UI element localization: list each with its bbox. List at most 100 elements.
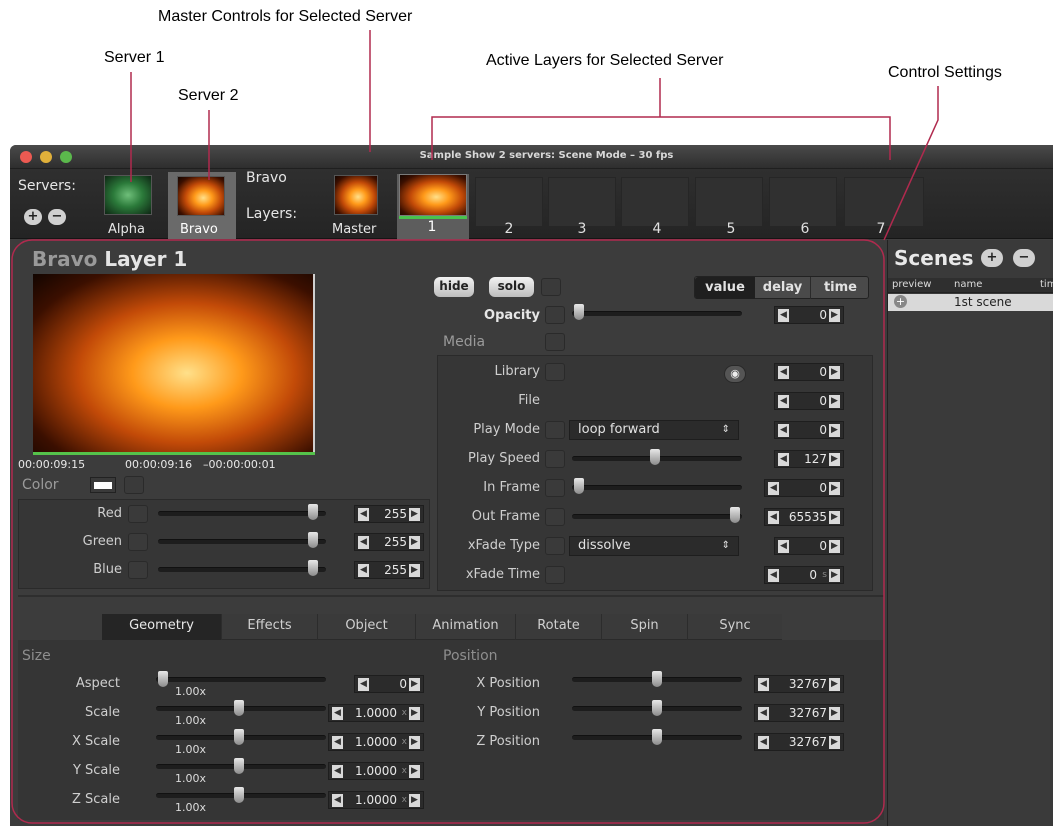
y-position-stepper[interactable]: ◀ 32767 ▶	[754, 704, 844, 722]
red-toggle[interactable]	[128, 505, 148, 523]
x-scale-slider-knob[interactable]	[234, 729, 244, 745]
play-mode-toggle[interactable]	[545, 421, 565, 439]
layer-slot-6[interactable]	[769, 177, 837, 227]
x-position-stepper[interactable]: ◀ 32767 ▶	[754, 675, 844, 693]
increment-icon[interactable]: ▶	[409, 765, 420, 778]
layer-slot-1[interactable]: 1	[397, 174, 469, 240]
increment-icon[interactable]: ▶	[409, 678, 420, 691]
decrement-icon[interactable]: ◀	[768, 482, 779, 495]
increment-icon[interactable]: ▶	[409, 707, 420, 720]
red-slider-knob[interactable]	[308, 504, 318, 520]
decrement-icon[interactable]: ◀	[778, 366, 789, 379]
decrement-icon[interactable]: ◀	[332, 765, 343, 778]
color-control-toggle[interactable]	[124, 476, 144, 494]
green-slider[interactable]	[158, 539, 326, 544]
play-mode-select[interactable]: loop forward ⇕	[569, 420, 739, 440]
tab-rotate[interactable]: Rotate	[516, 614, 602, 640]
opacity-slider[interactable]	[572, 311, 742, 316]
decrement-icon[interactable]: ◀	[358, 564, 369, 577]
decrement-icon[interactable]: ◀	[358, 678, 369, 691]
opacity-slider-knob[interactable]	[574, 304, 584, 320]
add-server-button[interactable]: +	[24, 209, 42, 225]
decrement-icon[interactable]: ◀	[778, 424, 789, 437]
decrement-icon[interactable]: ◀	[758, 678, 769, 691]
decrement-icon[interactable]: ◀	[778, 309, 789, 322]
out-frame-stepper[interactable]: ◀ 65535 ▶	[764, 508, 844, 526]
increment-icon[interactable]: ▶	[829, 395, 840, 408]
increment-icon[interactable]: ▶	[409, 794, 420, 807]
green-toggle[interactable]	[128, 533, 148, 551]
z-scale-stepper[interactable]: ◀ 1.0000 x ▶	[328, 791, 424, 809]
add-scene-button[interactable]: +	[981, 249, 1003, 267]
in-frame-slider[interactable]	[572, 485, 742, 490]
scene-add-icon[interactable]: +	[894, 295, 907, 308]
y-scale-stepper[interactable]: ◀ 1.0000 x ▶	[328, 762, 424, 780]
increment-icon[interactable]: ▶	[409, 508, 420, 521]
red-stepper[interactable]: ◀ 255 ▶	[354, 505, 424, 523]
decrement-icon[interactable]: ◀	[768, 569, 779, 582]
xfade-type-toggle[interactable]	[545, 537, 565, 555]
x-scale-stepper[interactable]: ◀ 1.0000 x ▶	[328, 733, 424, 751]
mode-delay[interactable]: delay	[755, 277, 811, 299]
increment-icon[interactable]: ▶	[829, 540, 840, 553]
increment-icon[interactable]: ▶	[829, 453, 840, 466]
server-bravo[interactable]: Bravo	[168, 172, 236, 239]
tab-geometry[interactable]: Geometry	[102, 614, 222, 640]
increment-icon[interactable]: ▶	[829, 678, 840, 691]
library-eye-icon[interactable]: ◉	[724, 365, 746, 383]
play-speed-stepper[interactable]: ◀ 127 ▶	[774, 450, 844, 468]
out-frame-slider[interactable]	[572, 514, 742, 519]
column-time[interactable]: tim	[1040, 279, 1053, 290]
tab-sync[interactable]: Sync	[688, 614, 782, 640]
x-position-slider-knob[interactable]	[652, 671, 662, 687]
remove-server-button[interactable]: −	[48, 209, 66, 225]
tab-effects[interactable]: Effects	[222, 614, 318, 640]
increment-icon[interactable]: ▶	[829, 309, 840, 322]
increment-icon[interactable]: ▶	[829, 424, 840, 437]
decrement-icon[interactable]: ◀	[332, 707, 343, 720]
increment-icon[interactable]: ▶	[829, 366, 840, 379]
increment-icon[interactable]: ▶	[409, 564, 420, 577]
solo-button[interactable]: solo	[489, 277, 534, 297]
xfade-type-stepper[interactable]: ◀ 0 ▶	[774, 537, 844, 555]
decrement-icon[interactable]: ◀	[358, 508, 369, 521]
decrement-icon[interactable]: ◀	[778, 453, 789, 466]
blue-slider-knob[interactable]	[308, 560, 318, 576]
mode-value[interactable]: value	[695, 277, 755, 299]
z-scale-slider-knob[interactable]	[234, 787, 244, 803]
hide-button[interactable]: hide	[434, 277, 474, 297]
increment-icon[interactable]: ▶	[829, 482, 840, 495]
decrement-icon[interactable]: ◀	[758, 736, 769, 749]
remove-scene-button[interactable]: −	[1013, 249, 1035, 267]
increment-icon[interactable]: ▶	[829, 707, 840, 720]
play-mode-stepper[interactable]: ◀ 0 ▶	[774, 421, 844, 439]
library-stepper[interactable]: ◀ 0 ▶	[774, 363, 844, 381]
tab-animation[interactable]: Animation	[416, 614, 516, 640]
play-speed-slider-knob[interactable]	[650, 449, 660, 465]
column-name[interactable]: name	[954, 279, 982, 290]
red-slider[interactable]	[158, 511, 326, 516]
increment-icon[interactable]: ▶	[829, 569, 840, 582]
file-stepper[interactable]: ◀ 0 ▶	[774, 392, 844, 410]
opacity-stepper[interactable]: ◀ 0 ▶	[774, 306, 844, 324]
y-position-slider-knob[interactable]	[652, 700, 662, 716]
in-frame-slider-knob[interactable]	[574, 478, 584, 494]
mode-time[interactable]: time	[812, 277, 869, 299]
decrement-icon[interactable]: ◀	[758, 707, 769, 720]
blue-stepper[interactable]: ◀ 255 ▶	[354, 561, 424, 579]
hide-solo-toggle[interactable]	[541, 278, 561, 296]
decrement-icon[interactable]: ◀	[768, 511, 779, 524]
in-frame-toggle[interactable]	[545, 479, 565, 497]
blue-toggle[interactable]	[128, 561, 148, 579]
opacity-toggle[interactable]	[545, 306, 565, 324]
layer-slot-5[interactable]	[695, 177, 763, 227]
increment-icon[interactable]: ▶	[409, 536, 420, 549]
green-stepper[interactable]: ◀ 255 ▶	[354, 533, 424, 551]
decrement-icon[interactable]: ◀	[778, 540, 789, 553]
aspect-slider-knob[interactable]	[158, 671, 168, 687]
z-position-slider-knob[interactable]	[652, 729, 662, 745]
in-frame-stepper[interactable]: ◀ 0 ▶	[764, 479, 844, 497]
xfade-type-select[interactable]: dissolve ⇕	[569, 536, 739, 556]
layer-slot-2[interactable]	[475, 177, 543, 227]
increment-icon[interactable]: ▶	[409, 736, 420, 749]
